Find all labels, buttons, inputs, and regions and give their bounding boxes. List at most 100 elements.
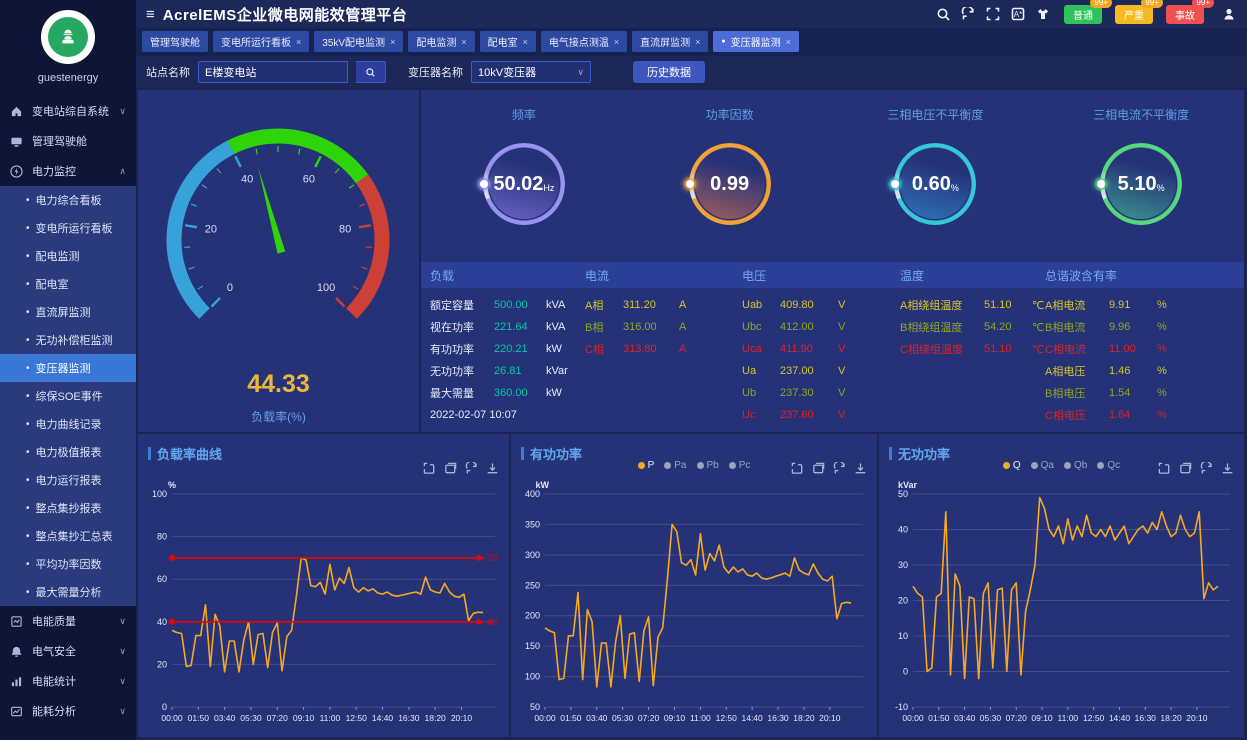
svg-text:16:30: 16:30 bbox=[398, 713, 420, 723]
tab-变电所运行看板[interactable]: 变电所运行看板× bbox=[213, 31, 309, 52]
table-header-row: 负载电流电压温度总谐波含有率 bbox=[421, 262, 1244, 288]
table-row: Ua237.00V bbox=[742, 360, 845, 382]
user-avatar[interactable] bbox=[41, 10, 95, 64]
sidebar-subitem-电力极值报表[interactable]: •电力极值报表 bbox=[0, 438, 136, 466]
bullet-icon: • bbox=[26, 335, 30, 346]
refresh-icon[interactable] bbox=[960, 6, 976, 22]
sidebar-subitem-变压器监测[interactable]: •变压器监测 bbox=[0, 354, 136, 382]
sidebar-submenu: •电力综合看板•变电所运行看板•配电监测•配电室•直流屏监测•无功补偿柜监测•变… bbox=[0, 186, 136, 606]
sidebar-subitem-整点集抄报表[interactable]: •整点集抄报表 bbox=[0, 494, 136, 522]
svg-text:40: 40 bbox=[487, 617, 497, 627]
row-unit: % bbox=[1157, 321, 1167, 333]
alarm-chip-普通[interactable]: 普通99+ bbox=[1064, 5, 1102, 24]
tab-电气接点测温[interactable]: 电气接点测温× bbox=[541, 31, 627, 52]
legend-item-Q[interactable]: Q bbox=[1003, 460, 1021, 471]
close-icon[interactable]: × bbox=[461, 37, 466, 47]
sidebar-subitem-电力综合看板[interactable]: •电力综合看板 bbox=[0, 186, 136, 214]
sidebar-subitem-电力曲线记录[interactable]: •电力曲线记录 bbox=[0, 410, 136, 438]
fullscreen-icon[interactable] bbox=[985, 6, 1001, 22]
table-row: Ubc412.00V bbox=[742, 316, 845, 338]
tab-变压器监测[interactable]: ●变压器监测× bbox=[713, 31, 799, 52]
history-data-button[interactable]: 历史数据 bbox=[633, 61, 705, 83]
theme-icon bbox=[1036, 7, 1050, 21]
row-unit: % bbox=[1157, 409, 1167, 421]
sidebar-subitem-最大需量分析[interactable]: •最大需量分析 bbox=[0, 578, 136, 606]
load-rate-chart[interactable]: 020406080100%00:0001:5003:4005:3007:2009… bbox=[138, 478, 509, 733]
close-icon[interactable]: × bbox=[786, 37, 791, 47]
row-label: Uc bbox=[742, 409, 772, 421]
svg-text:40: 40 bbox=[898, 525, 908, 535]
legend-label: Qb bbox=[1074, 460, 1087, 471]
svg-text:50: 50 bbox=[898, 489, 908, 499]
sidebar-subitem-整点集抄汇总表[interactable]: •整点集抄汇总表 bbox=[0, 522, 136, 550]
site-search-button[interactable] bbox=[356, 61, 386, 83]
sidebar-subitem-label: 变电所运行看板 bbox=[36, 220, 113, 236]
legend-item-Pa[interactable]: Pa bbox=[664, 460, 686, 471]
svg-text:00:00: 00:00 bbox=[161, 713, 183, 723]
sidebar-subitem-配电监测[interactable]: •配电监测 bbox=[0, 242, 136, 270]
legend-label: Pa bbox=[674, 460, 686, 471]
menu-toggle-icon[interactable]: ≡ bbox=[146, 6, 155, 23]
sidebar-subitem-平均功率因数[interactable]: •平均功率因数 bbox=[0, 550, 136, 578]
sidebar-subitem-变电所运行看板[interactable]: •变电所运行看板 bbox=[0, 214, 136, 242]
table-row: 2022-02-07 10:07 bbox=[430, 404, 568, 426]
sidebar-item-0[interactable]: 变电站综自系统∨ bbox=[0, 96, 136, 126]
sidebar-item-21[interactable]: 能耗分析∨ bbox=[0, 696, 136, 726]
sidebar: guestenergy 变电站综自系统∨管理驾驶舱电力监控∧•电力综合看板•变电… bbox=[0, 0, 136, 740]
legend-item-Qa[interactable]: Qa bbox=[1031, 460, 1054, 471]
legend-item-P[interactable]: P bbox=[638, 460, 655, 471]
kpi-unit: % bbox=[951, 183, 959, 193]
legend-item-Qb[interactable]: Qb bbox=[1064, 460, 1087, 471]
font-size-icon[interactable]: A* bbox=[1010, 6, 1026, 22]
svg-text:40: 40 bbox=[241, 173, 253, 185]
sidebar-subitem-直流屏监测[interactable]: •直流屏监测 bbox=[0, 298, 136, 326]
svg-text:350: 350 bbox=[525, 519, 540, 529]
site-name-input[interactable] bbox=[198, 61, 348, 83]
kpi-ring: 5.10% bbox=[1100, 143, 1182, 225]
sidebar-subitem-配电室[interactable]: •配电室 bbox=[0, 270, 136, 298]
legend-item-Pc[interactable]: Pc bbox=[729, 460, 751, 471]
close-icon[interactable]: × bbox=[390, 37, 395, 47]
transformer-select[interactable]: 10kV变压器 ∨ bbox=[471, 61, 591, 83]
alarm-chip-事故[interactable]: 事故99+ bbox=[1166, 5, 1204, 24]
tab-直流屏监测[interactable]: 直流屏监测× bbox=[632, 31, 708, 52]
sidebar-subitem-综保SOE事件[interactable]: •综保SOE事件 bbox=[0, 382, 136, 410]
sidebar-subitem-label: 平均功率因数 bbox=[36, 556, 102, 572]
tab-管理驾驶舱[interactable]: 管理驾驶舱 bbox=[142, 31, 208, 52]
sidebar-item-19[interactable]: 电气安全∨ bbox=[0, 636, 136, 666]
table-row: 有功功率220.21kW bbox=[430, 338, 568, 360]
transformer-name-label: 变压器名称 bbox=[408, 64, 463, 80]
theme-icon[interactable] bbox=[1035, 6, 1051, 22]
app-title: AcrelEMS企业微电网能效管理平台 bbox=[163, 4, 408, 25]
sidebar-item-18[interactable]: 电能质量∨ bbox=[0, 606, 136, 636]
svg-text:03:40: 03:40 bbox=[586, 713, 608, 723]
reactive-power-chart[interactable]: -1001020304050kVar00:0001:5003:4005:3007… bbox=[879, 478, 1244, 733]
active-power-chart[interactable]: 50100150200250300350400kW00:0001:5003:40… bbox=[511, 478, 877, 733]
svg-text:18:20: 18:20 bbox=[793, 713, 815, 723]
table-row: A相绕组温度51.10℃ bbox=[900, 294, 1044, 316]
tab-配电室[interactable]: 配电室× bbox=[480, 31, 536, 52]
user-icon[interactable] bbox=[1221, 6, 1237, 22]
sidebar-subitem-电力运行报表[interactable]: •电力运行报表 bbox=[0, 466, 136, 494]
close-icon[interactable]: × bbox=[614, 37, 619, 47]
tab-配电监测[interactable]: 配电监测× bbox=[408, 31, 474, 52]
close-icon[interactable]: × bbox=[296, 37, 301, 47]
sidebar-item-2[interactable]: 电力监控∧ bbox=[0, 156, 136, 186]
legend-item-Pb[interactable]: Pb bbox=[697, 460, 719, 471]
row-unit: V bbox=[838, 321, 845, 333]
sidebar-item-20[interactable]: 电能统计∨ bbox=[0, 666, 136, 696]
alarm-chip-严重[interactable]: 严重99+ bbox=[1115, 5, 1153, 24]
sidebar-subitem-无功补偿柜监测[interactable]: •无功补偿柜监测 bbox=[0, 326, 136, 354]
row-label: C相 bbox=[585, 341, 615, 357]
sidebar-item-1[interactable]: 管理驾驶舱 bbox=[0, 126, 136, 156]
row-value: 313.80 bbox=[623, 343, 671, 355]
legend-item-Qc[interactable]: Qc bbox=[1097, 460, 1120, 471]
close-icon[interactable]: × bbox=[695, 37, 700, 47]
svg-text:20: 20 bbox=[898, 596, 908, 606]
svg-text:09:10: 09:10 bbox=[1031, 713, 1053, 723]
table-column-电流: A相311.20AB相316.00AC相313.80A bbox=[585, 294, 686, 360]
row-value: 311.20 bbox=[623, 299, 671, 311]
search-icon[interactable] bbox=[935, 6, 951, 22]
tab-35kV配电监测[interactable]: 35kV配电监测× bbox=[314, 31, 403, 52]
close-icon[interactable]: × bbox=[523, 37, 528, 47]
